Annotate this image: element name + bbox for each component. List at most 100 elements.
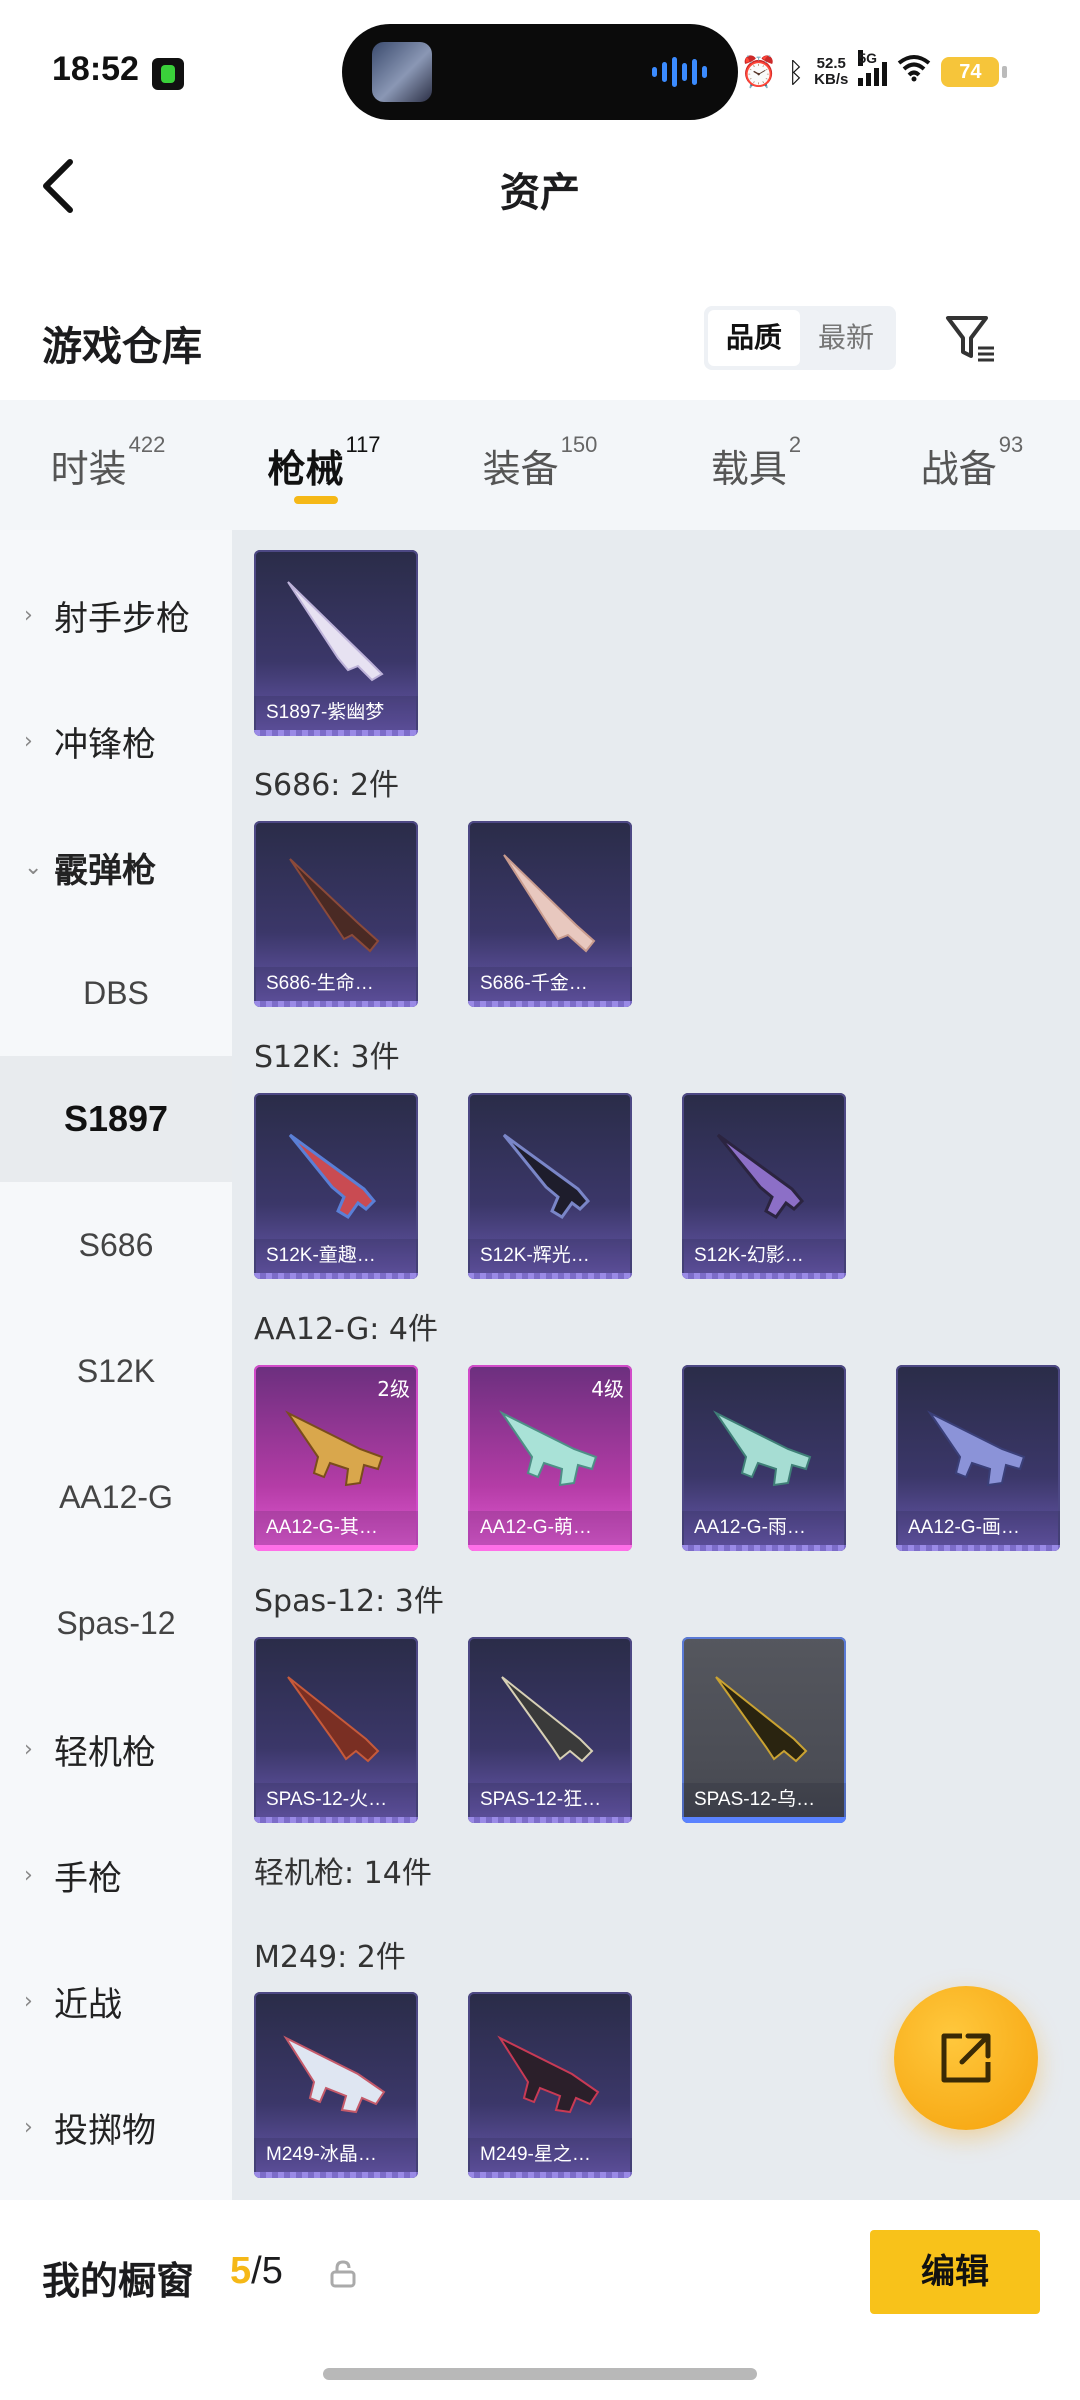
status-time: 18:52 — [52, 50, 139, 88]
home-indicator[interactable] — [323, 2368, 757, 2380]
weapon-card[interactable]: AA12-G-雨… — [682, 1365, 846, 1551]
weapon-name: S12K-童趣… — [254, 1239, 418, 1273]
section-title: 游戏仓库 — [42, 324, 202, 370]
top-nav: 资产 — [0, 140, 1080, 230]
sidebar-item-smg[interactable]: › 冲锋枪 — [0, 678, 232, 804]
weapon-skin-image — [502, 1133, 591, 1219]
weapon-card[interactable]: S12K-幻影… — [682, 1093, 846, 1279]
sidebar-item-shotgun[interactable]: ⌄ 霰弹枪 — [0, 804, 232, 930]
weapon-card[interactable]: AA12-G-画… — [896, 1365, 1060, 1551]
edit-button[interactable]: 编辑 — [870, 2230, 1040, 2314]
sidebar-item-pistol[interactable]: › 手枪 — [0, 1812, 232, 1938]
status-icons: ⏰ ᛒ 52.5 KB/s 5G 74 — [740, 50, 1008, 94]
sidebar-item-s686[interactable]: S686 — [0, 1182, 232, 1308]
chevron-right-icon: › — [24, 728, 33, 754]
weapon-card[interactable]: SPAS-12-狂… — [468, 1637, 632, 1823]
weapon-grid: S1897-紫幽梦 S686: 2件 S686-生命… S686-千金… S12… — [232, 530, 1080, 2200]
weapon-name: SPAS-12-乌… — [682, 1783, 846, 1817]
tab-count: 2 — [788, 432, 802, 457]
group-label: 轻机枪: 14件 — [254, 1856, 432, 1891]
weapon-skin-image — [716, 1133, 805, 1219]
sidebar-item-s12k[interactable]: S12K — [0, 1308, 232, 1434]
weapon-card[interactable]: SPAS-12-乌… — [682, 1637, 846, 1823]
weapon-card[interactable]: S12K-辉光… — [468, 1093, 632, 1279]
rarity-strip — [682, 1817, 846, 1823]
tab-label: 时装 — [50, 447, 127, 491]
rarity-strip — [468, 2172, 632, 2178]
rarity-strip — [254, 1545, 418, 1551]
group-label: AA12-G: 4件 — [254, 1312, 438, 1347]
weapon-name: S686-千金… — [468, 967, 632, 1001]
weapon-name: SPAS-12-火… — [254, 1783, 418, 1817]
tab-firearms[interactable]: 枪械117 — [216, 400, 432, 530]
sidebar-item-lmg[interactable]: › 轻机枪 — [0, 1686, 232, 1812]
sidebar-item-spas12[interactable]: Spas-12 — [0, 1560, 232, 1686]
tab-supplies[interactable]: 战备93 — [864, 400, 1080, 530]
weapon-card[interactable]: M249-冰晶… — [254, 1992, 418, 2178]
share-external-icon — [941, 2033, 991, 2083]
sort-quality-button[interactable]: 品质 — [708, 310, 800, 366]
chevron-right-icon: › — [24, 1736, 33, 1762]
tab-equipment[interactable]: 装备150 — [432, 400, 648, 530]
rarity-strip — [254, 1273, 418, 1279]
weapon-name: S12K-幻影… — [682, 1239, 846, 1273]
weapon-card[interactable]: 2级 AA12-G-其… — [254, 1365, 418, 1551]
filter-button[interactable] — [940, 308, 1000, 368]
rarity-strip — [254, 1817, 418, 1823]
chevron-right-icon: › — [24, 1988, 33, 2014]
weapon-card[interactable]: S1897-紫幽梦 — [254, 550, 418, 736]
chevron-right-icon: › — [24, 1862, 33, 1888]
sidebar-item-label: 近战 — [54, 1984, 122, 2025]
weapon-name: AA12-G-画… — [896, 1511, 1060, 1545]
weapon-card[interactable]: S686-生命… — [254, 821, 418, 1007]
weapon-name: S686-生命… — [254, 967, 418, 1001]
sidebar-item-marksman-rifle[interactable]: › 射手步枪 — [0, 552, 232, 678]
weapon-skin-image — [927, 1410, 1026, 1487]
tab-vehicles[interactable]: 载具2 — [648, 400, 864, 530]
chevron-right-icon: › — [24, 602, 33, 628]
weapon-name: AA12-G-萌… — [468, 1511, 632, 1545]
rarity-strip — [468, 1273, 632, 1279]
rarity-strip — [254, 2172, 418, 2178]
filter-icon — [946, 316, 994, 362]
weapon-card[interactable]: S12K-童趣… — [254, 1093, 418, 1279]
weapon-card[interactable]: SPAS-12-火… — [254, 1637, 418, 1823]
signal-icon: 5G — [858, 50, 888, 86]
group-label: S12K: 3件 — [254, 1040, 400, 1075]
chevron-right-icon: › — [24, 2114, 33, 2140]
wifi-icon — [897, 54, 931, 90]
weapon-skin-image — [713, 1410, 812, 1487]
tab-label: 载具 — [710, 447, 787, 491]
weapon-card[interactable]: 4级 AA12-G-萌… — [468, 1365, 632, 1551]
sidebar-item-melee[interactable]: › 近战 — [0, 1938, 232, 2064]
dynamic-island[interactable] — [342, 24, 738, 120]
battery-indicator: 74 — [941, 57, 1008, 87]
weapon-category-sidebar: › 射手步枪 › 冲锋枪 ⌄ 霰弹枪 DBS S1897 S686 S12K AA12… — [0, 530, 232, 2200]
sidebar-item-label: 手枪 — [54, 1858, 122, 1899]
sidebar-item-label: 轻机枪 — [54, 1732, 156, 1773]
weapon-skin-image — [287, 581, 384, 682]
sidebar-item-throwable[interactable]: › 投掷物 — [0, 2064, 232, 2190]
group-label: Spas-12: 3件 — [254, 1584, 444, 1619]
sort-newest-button[interactable]: 最新 — [800, 310, 892, 366]
share-fab[interactable] — [894, 1986, 1038, 2130]
sidebar-item-dbs[interactable]: DBS — [0, 930, 232, 1056]
alarm-icon: ⏰ — [740, 54, 778, 90]
chevron-down-icon: ⌄ — [24, 854, 43, 880]
rarity-strip — [896, 1545, 1060, 1551]
weapon-card[interactable]: S686-千金… — [468, 821, 632, 1007]
rarity-strip — [254, 730, 418, 736]
weapon-skin-image — [288, 1133, 377, 1219]
weapon-card[interactable]: M249-星之… — [468, 1992, 632, 2178]
sidebar-item-aa12g[interactable]: AA12-G — [0, 1434, 232, 1560]
network-type: 5G — [858, 50, 878, 66]
tab-fashion[interactable]: 时装422 — [0, 400, 216, 530]
app-notification-icon — [152, 58, 184, 90]
status-bar: 18:52 ⏰ ᛒ 52.5 KB/s 5G 74 — [0, 0, 1080, 140]
sidebar-item-s1897[interactable]: S1897 — [0, 1056, 232, 1182]
weapon-name: M249-星之… — [468, 2138, 632, 2172]
sidebar-item-label: 射手步枪 — [54, 598, 190, 639]
showcase-count: 5/5 — [230, 2250, 283, 2292]
sidebar-item-label: 霰弹枪 — [54, 850, 156, 891]
network-speed-value: 52.5 — [816, 55, 846, 72]
